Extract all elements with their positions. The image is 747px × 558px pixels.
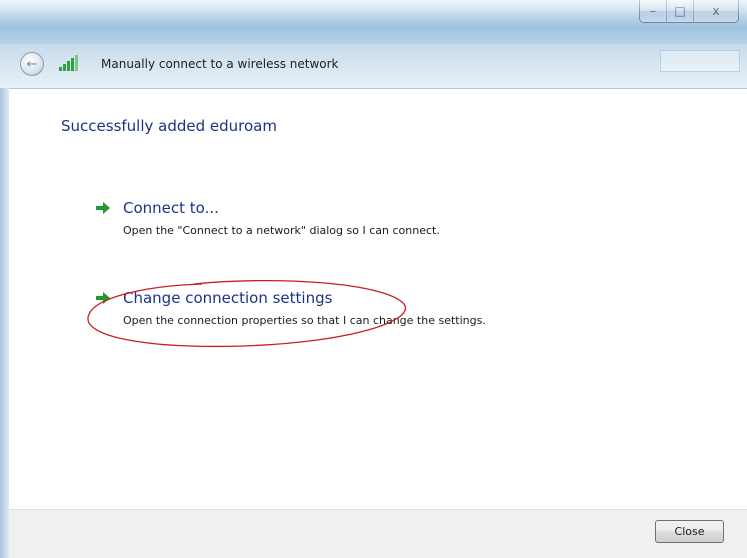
- minimize-icon: –: [650, 4, 656, 18]
- back-arrow-icon: ←: [26, 56, 38, 72]
- minimize-button[interactable]: –: [640, 0, 667, 22]
- window-controls: – □ x: [639, 0, 739, 23]
- back-button[interactable]: ←: [20, 52, 44, 76]
- wireless-signal-icon: [59, 55, 78, 71]
- option-connect-to-description: Open the "Connect to a network" dialog s…: [123, 224, 440, 237]
- green-arrow-icon: [96, 202, 110, 214]
- maximize-button[interactable]: □: [667, 0, 694, 22]
- page-heading: Successfully added eduroam: [61, 117, 277, 135]
- option-change-settings-description: Open the connection properties so that I…: [123, 314, 486, 327]
- dialog-window: – □ x ← Manually connect to a wireless n…: [0, 0, 747, 558]
- title-bar[interactable]: – □ x: [0, 0, 747, 46]
- window-frame: [0, 88, 9, 558]
- dialog-footer: [9, 509, 747, 558]
- content-area: [9, 89, 747, 479]
- option-connect-to-title[interactable]: Connect to...: [123, 199, 219, 217]
- maximize-icon: □: [674, 4, 686, 18]
- green-arrow-icon: [96, 292, 110, 304]
- close-icon: x: [712, 4, 720, 18]
- close-window-button[interactable]: x: [694, 0, 738, 22]
- option-change-settings-title[interactable]: Change connection settings: [123, 289, 332, 307]
- close-button[interactable]: Close: [655, 520, 724, 543]
- window-title: Manually connect to a wireless network: [101, 57, 339, 71]
- search-input[interactable]: [660, 50, 740, 72]
